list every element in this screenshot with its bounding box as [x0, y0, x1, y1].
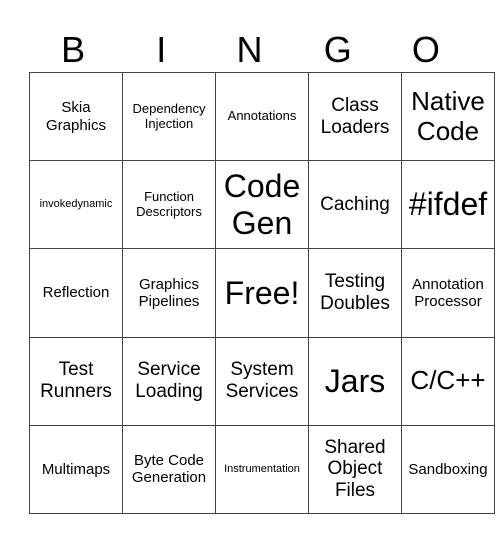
bingo-cell[interactable]: Annotations [215, 71, 309, 162]
bingo-cell[interactable]: Shared Object Files [308, 424, 402, 515]
bingo-row: Reflection Graphics Pipelines Free! Testing… [29, 248, 495, 338]
bingo-cell[interactable]: Annotation Processor [401, 248, 495, 338]
bingo-cell[interactable]: Free! [215, 248, 309, 338]
bingo-cell[interactable]: Code Gen [215, 160, 309, 250]
bingo-cell[interactable]: Dependency Injection [122, 71, 216, 162]
bingo-cell[interactable]: invokedynamic [29, 160, 123, 250]
bingo-header: B I N G O [29, 28, 470, 72]
bingo-row: Test Runners Service Loading System Servic… [29, 336, 495, 426]
header-letter-o: O [411, 29, 440, 70]
bingo-cell[interactable]: Class Loaders [308, 71, 402, 162]
bingo-cell[interactable]: #ifdef [401, 160, 495, 250]
bingo-cell[interactable]: Testing Doubles [308, 248, 402, 338]
bingo-cell[interactable]: Test Runners [29, 336, 123, 426]
bingo-row: Multimaps Byte Code Generation Instrumenta… [29, 424, 495, 515]
bingo-cell[interactable]: C/C++ [401, 336, 495, 426]
bingo-row: invokedynamic Function Descriptors Code Ge… [29, 160, 495, 250]
bingo-cell[interactable]: Sandboxing [401, 424, 495, 515]
bingo-cell[interactable]: Reflection [29, 248, 123, 338]
bingo-cell[interactable]: Native Code [401, 71, 495, 162]
bingo-cell[interactable]: Instrumentation [215, 424, 309, 515]
bingo-grid: Skia Graphics Dependency Injection Annotat… [29, 71, 495, 515]
header-letter-n: N [236, 29, 263, 70]
header-letter-i: I [156, 29, 167, 70]
bingo-row: Skia Graphics Dependency Injection Annotat… [29, 71, 495, 162]
bingo-cell[interactable]: System Services [215, 336, 309, 426]
bingo-cell[interactable]: Service Loading [122, 336, 216, 426]
header-letter-g: G [323, 29, 352, 70]
bingo-cell[interactable]: Graphics Pipelines [122, 248, 216, 338]
header-letter-b: B [61, 29, 86, 70]
bingo-cell[interactable]: Function Descriptors [122, 160, 216, 250]
bingo-cell[interactable]: Multimaps [29, 424, 123, 515]
bingo-cell[interactable]: Jars [308, 336, 402, 426]
bingo-cell[interactable]: Caching [308, 160, 402, 250]
bingo-cell[interactable]: Skia Graphics [29, 71, 123, 162]
bingo-cell[interactable]: Byte Code Generation [122, 424, 216, 515]
